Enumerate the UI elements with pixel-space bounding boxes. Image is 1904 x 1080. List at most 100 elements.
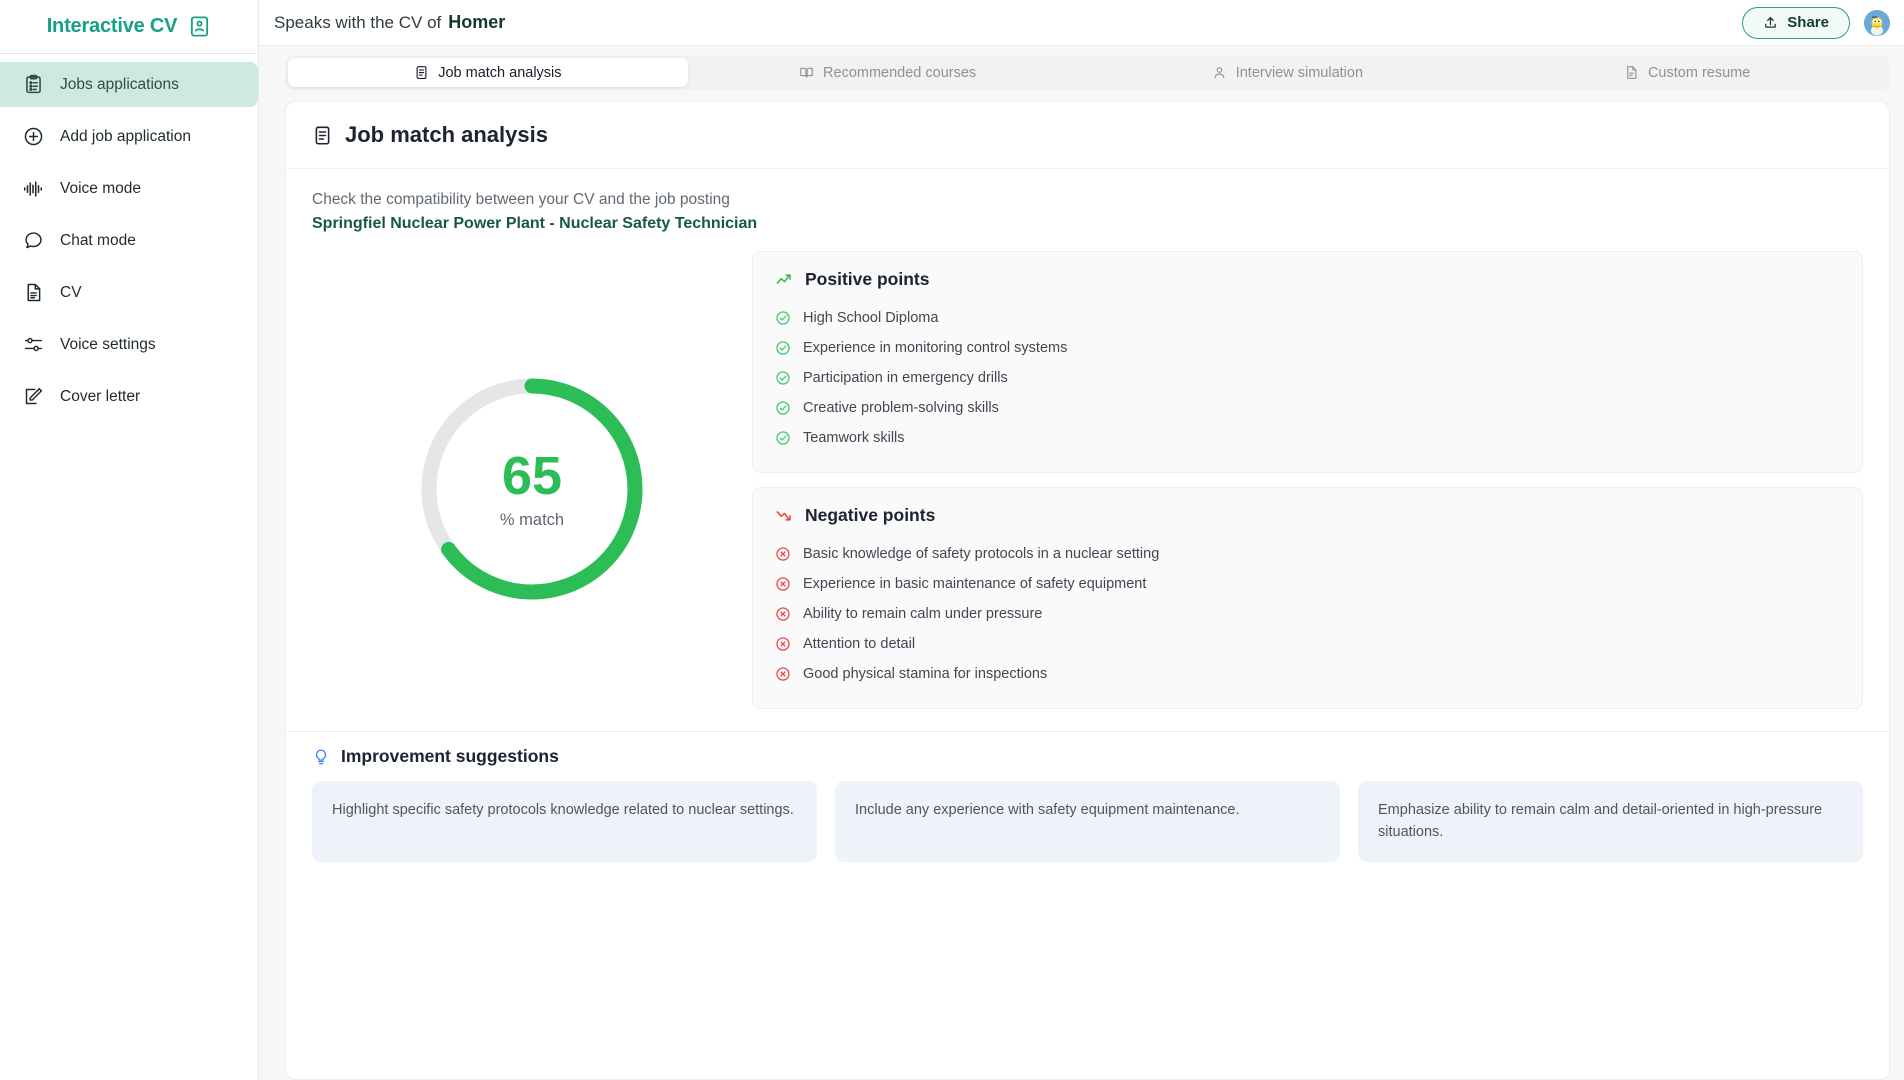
check-circle-icon [775,310,791,326]
positive-point-label: High School Diploma [803,310,939,326]
compatibility-subtitle: Check the compatibility between your CV … [312,191,730,208]
document-text-icon [414,65,429,80]
negative-point-item: Basic knowledge of safety protocols in a… [775,539,1840,569]
sidebar-item-voice-settings[interactable]: Voice settings [0,322,258,367]
sidebar-item-label: Chat mode [60,231,136,249]
positive-point-label: Teamwork skills [803,430,905,446]
person-icon [1212,65,1227,80]
main-area: Speaks with the CV of Homer Share Job ma… [259,0,1904,1080]
suggestions-title: Improvement suggestions [341,746,559,766]
gauge-center: 65 % match [416,373,648,605]
suggestion-card: Highlight specific safety protocols know… [312,781,817,862]
clipboard-list-icon [22,74,44,96]
suggestion-card: Emphasize ability to remain calm and det… [1358,781,1863,862]
sidebar-item-cv[interactable]: CV [0,270,258,315]
open-book-icon [799,65,814,80]
document-icon [22,282,44,304]
sidebar-item-label: CV [60,283,82,301]
positive-point-item: Creative problem-solving skills [775,393,1840,423]
share-button[interactable]: Share [1742,6,1850,39]
check-circle-icon [775,430,791,446]
positive-point-label: Participation in emergency drills [803,370,1008,386]
x-circle-icon [775,606,791,622]
positive-point-item: Teamwork skills [775,423,1840,453]
sidebar-item-jobs-applications[interactable]: Jobs applications [0,62,258,107]
negative-point-item: Ability to remain calm under pressure [775,599,1840,629]
topbar: Speaks with the CV of Homer Share [259,0,1904,46]
tab-interview-simulation[interactable]: Interview simulation [1088,58,1488,87]
card-body: Check the compatibility between your CV … [286,169,1889,709]
content-scroll: Job match analysis Check the compatibili… [259,90,1904,1080]
sidebar-item-cover-letter[interactable]: Cover letter [0,374,258,419]
tabs-container: Job match analysis Recommended courses I… [259,46,1904,90]
x-circle-icon [775,576,791,592]
negative-points-header: Negative points [775,505,1840,526]
sidebar-nav: Jobs applications Add job application Vo… [0,54,258,426]
topbar-actions: Share [1742,6,1890,39]
topbar-cv-name: Homer [448,12,506,32]
tab-custom-resume[interactable]: Custom resume [1487,58,1887,87]
negative-point-label: Experience in basic maintenance of safet… [803,576,1147,592]
positive-point-label: Experience in monitoring control systems [803,340,1068,356]
trending-up-icon [775,270,794,289]
check-circle-icon [775,400,791,416]
sidebar-item-label: Jobs applications [60,75,179,93]
negative-point-label: Good physical stamina for inspections [803,666,1048,682]
sidebar-item-label: Add job application [60,127,191,145]
negative-point-label: Attention to detail [803,636,916,652]
points-column: Positive points High School Diploma Expe… [752,251,1863,709]
card-title: Job match analysis [345,122,548,147]
positive-points-panel: Positive points High School Diploma Expe… [752,251,1863,473]
tab-recommended-courses[interactable]: Recommended courses [688,58,1088,87]
file-icon [1624,65,1639,80]
negative-point-label: Basic knowledge of safety protocols in a… [803,546,1160,562]
match-gauge: 65 % match [416,373,648,605]
brand-label: Interactive CV [46,15,178,37]
tab-job-match-analysis[interactable]: Job match analysis [288,58,688,87]
sidebar: Interactive CV Jobs applications Add job… [0,0,259,1080]
avatar[interactable] [1864,9,1890,36]
sidebar-item-chat-mode[interactable]: Chat mode [0,218,258,263]
tab-bar: Job match analysis Recommended courses I… [285,55,1890,90]
job-posting-title: Springfiel Nuclear Power Plant - Nuclear… [312,215,758,232]
plus-circle-icon [22,126,44,148]
tab-label: Job match analysis [438,64,562,81]
sidebar-item-label: Voice mode [60,179,141,197]
app-root: Interactive CV Jobs applications Add job… [0,0,1904,1080]
positive-points-title: Positive points [805,269,930,289]
sidebar-item-label: Cover letter [60,387,141,405]
sidebar-item-add-job-application[interactable]: Add job application [0,114,258,159]
job-match-card: Job match analysis Check the compatibili… [285,101,1890,1080]
x-circle-icon [775,636,791,652]
tab-label: Interview simulation [1235,64,1364,81]
negative-point-item: Experience in basic maintenance of safet… [775,569,1840,599]
sliders-icon [22,334,44,356]
page-title: Speaks with the CV of Homer [274,12,505,33]
pencil-square-icon [22,386,44,408]
card-header: Job match analysis [286,102,1889,169]
negative-points-title: Negative points [805,505,936,525]
sidebar-item-voice-mode[interactable]: Voice mode [0,166,258,211]
chat-bubble-icon [22,230,44,252]
sidebar-item-label: Voice settings [60,335,156,353]
check-circle-icon [775,340,791,356]
check-circle-icon [775,370,791,386]
suggestion-card: Include any experience with safety equip… [835,781,1340,862]
negative-point-item: Attention to detail [775,629,1840,659]
x-circle-icon [775,546,791,562]
lightbulb-icon [312,748,330,766]
negative-point-item: Good physical stamina for inspections [775,659,1840,689]
suggestions-header: Improvement suggestions [312,746,1863,767]
gauge-label: % match [499,510,565,529]
positive-points-header: Positive points [775,269,1840,290]
document-text-icon [312,125,333,146]
tab-label: Recommended courses [823,64,977,81]
positive-point-item: Participation in emergency drills [775,363,1840,393]
homer-avatar-image [1864,9,1890,36]
brand[interactable]: Interactive CV [0,0,258,54]
trending-down-icon [775,506,794,525]
analysis-split: 65 % match Positive points High School D… [312,251,1863,709]
positive-point-label: Creative problem-solving skills [803,400,999,416]
tab-label: Custom resume [1647,64,1751,81]
audio-waveform-icon [22,178,44,200]
